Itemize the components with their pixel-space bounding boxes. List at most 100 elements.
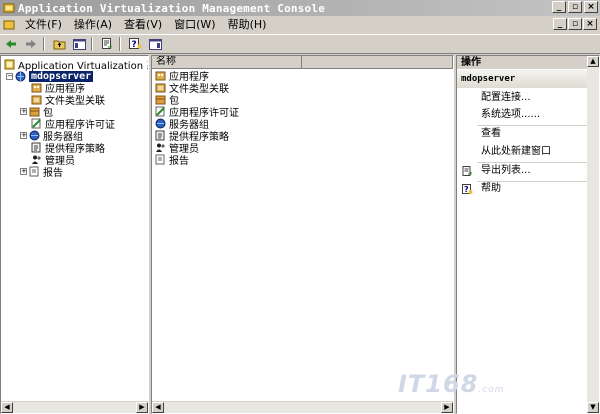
list-item-label: 报告: [169, 156, 189, 167]
forward-arrow-icon: [26, 40, 36, 48]
reports-icon: [29, 166, 39, 176]
expand-toggle[interactable]: +: [20, 131, 27, 139]
scroll-right-button[interactable]: ▶: [136, 402, 148, 413]
mdi-restore-button[interactable]: ▫: [568, 18, 582, 30]
scroll-up-button[interactable]: ▲: [587, 56, 599, 67]
list-item[interactable]: 报告: [155, 154, 189, 167]
menu-window[interactable]: 窗口(W): [168, 16, 221, 33]
menu-file[interactable]: 文件(F): [19, 16, 68, 33]
toolbar: ?: [0, 34, 600, 54]
app-icon: [3, 3, 15, 13]
scroll-left-button[interactable]: ◀: [152, 402, 164, 413]
package-icon: [29, 107, 40, 116]
tree-horizontal-scrollbar[interactable]: ◀ ▶: [1, 401, 148, 413]
action-system-options[interactable]: 系统选项......: [481, 109, 540, 121]
action-configure-connection[interactable]: 配置连接...: [481, 92, 531, 104]
server-icon: [15, 71, 26, 81]
mdi-window-icon[interactable]: [3, 19, 15, 31]
svg-text:?: ?: [131, 40, 136, 50]
column-header-name[interactable]: 名称: [152, 56, 302, 68]
back-arrow-icon: [6, 40, 16, 48]
scroll-left-button[interactable]: ◀: [1, 402, 13, 413]
column-header-blank[interactable]: [302, 56, 453, 68]
svg-text:?: ?: [464, 185, 469, 194]
action-export-list[interactable]: 导出列表...: [481, 165, 531, 177]
menu-view[interactable]: 查看(V): [118, 16, 168, 33]
scroll-right-button[interactable]: ▶: [441, 402, 453, 413]
license-icon: [155, 106, 165, 117]
menu-action[interactable]: 操作(A): [68, 16, 118, 33]
help-icon: ?: [462, 184, 473, 194]
server-group-icon: [155, 118, 166, 129]
action-view[interactable]: 查看 ▶: [481, 128, 593, 140]
collapse-toggle[interactable]: −: [6, 72, 13, 80]
file-associations-icon: [155, 83, 166, 93]
menu-help[interactable]: 帮助(H): [222, 16, 273, 33]
mdi-minimize-button[interactable]: _: [553, 18, 567, 30]
actions-section-title: mdopserver: [461, 74, 516, 84]
show-action-pane-button[interactable]: [146, 36, 164, 52]
watermark-suffix: .com: [478, 385, 505, 395]
mdi-controls: _ ▫ ×: [553, 18, 597, 30]
tree-root[interactable]: Application Virtualization 系: [4, 58, 148, 72]
export-list-icon: [462, 166, 472, 176]
console-tree-icon: [72, 38, 86, 50]
tree-item-reports[interactable]: + 报告: [20, 165, 63, 179]
export-list-icon: [102, 38, 112, 49]
menu-bar: 文件(F) 操作(A) 查看(V) 窗口(W) 帮助(H): [0, 16, 600, 33]
toolbar-separator: [43, 37, 45, 51]
actions-separator: [477, 162, 593, 163]
file-associations-icon: [31, 95, 42, 104]
administrators-icon: [32, 155, 41, 164]
package-icon: [155, 95, 166, 105]
minimize-button[interactable]: _: [552, 1, 566, 13]
site-watermark: IT168.com: [398, 370, 505, 398]
show-tree-button[interactable]: [70, 36, 88, 52]
server-group-icon: [29, 130, 40, 140]
list-horizontal-scrollbar[interactable]: ◀ ▶: [152, 401, 453, 413]
title-bar: Application Virtualization Management Co…: [0, 0, 600, 16]
toolbar-separator: [119, 37, 121, 51]
forward-button[interactable]: [22, 36, 40, 52]
action-pane-icon: [148, 38, 162, 50]
provider-policy-icon: [31, 142, 41, 152]
action-view-label: 查看: [481, 128, 501, 139]
console-root-icon: [4, 59, 15, 69]
administrators-icon: [156, 143, 165, 152]
actions-pane-title: 操作: [457, 56, 599, 69]
actions-vertical-scrollbar[interactable]: ▲ ▼: [587, 56, 599, 413]
window-controls: _ ▫ ×: [552, 1, 598, 13]
window-title: Application Virtualization Management Co…: [18, 1, 326, 15]
main-panes: Application Virtualization 系 − mdopserve…: [0, 55, 600, 414]
tree-item-label: 文件类型关联: [45, 95, 105, 107]
up-folder-button[interactable]: [50, 36, 68, 52]
action-help[interactable]: 帮助: [481, 183, 501, 195]
help-button[interactable]: ?: [126, 36, 144, 52]
toolbar-separator: [91, 37, 93, 51]
actions-separator: [477, 181, 593, 182]
list-item[interactable]: 文件类型关联: [155, 82, 229, 95]
license-icon: [31, 118, 41, 128]
provider-policy-icon: [155, 130, 165, 141]
folder-up-icon: [53, 40, 65, 49]
actions-separator: [477, 125, 593, 126]
tree-item-label: 报告: [43, 167, 63, 179]
help-icon: ?: [128, 38, 141, 50]
reports-icon: [155, 154, 165, 165]
applications-icon: [155, 71, 166, 81]
expand-toggle[interactable]: +: [20, 107, 27, 115]
maximize-button[interactable]: ▫: [568, 1, 582, 13]
action-new-window-from-here[interactable]: 从此处新建窗口: [481, 146, 551, 158]
close-button[interactable]: ×: [584, 1, 598, 13]
mdi-close-button[interactable]: ×: [583, 18, 597, 30]
scroll-down-button[interactable]: ▼: [587, 402, 599, 413]
results-list-pane[interactable]: 名称 应用程序 文件类型关联 包 应用程序许可证 服务器组 提供程序策略 管理员…: [151, 55, 454, 414]
export-list-button[interactable]: [98, 36, 116, 52]
expand-toggle[interactable]: +: [20, 167, 27, 175]
back-button[interactable]: [2, 36, 20, 52]
applications-icon: [31, 83, 42, 92]
console-tree-pane[interactable]: Application Virtualization 系 − mdopserve…: [0, 55, 149, 414]
actions-pane[interactable]: 操作 mdopserver ▲ 配置连接... 系统选项...... 查看 ▶ …: [456, 55, 600, 414]
actions-section-header[interactable]: mdopserver ▲: [457, 70, 599, 88]
watermark-text: IT168: [398, 370, 479, 398]
